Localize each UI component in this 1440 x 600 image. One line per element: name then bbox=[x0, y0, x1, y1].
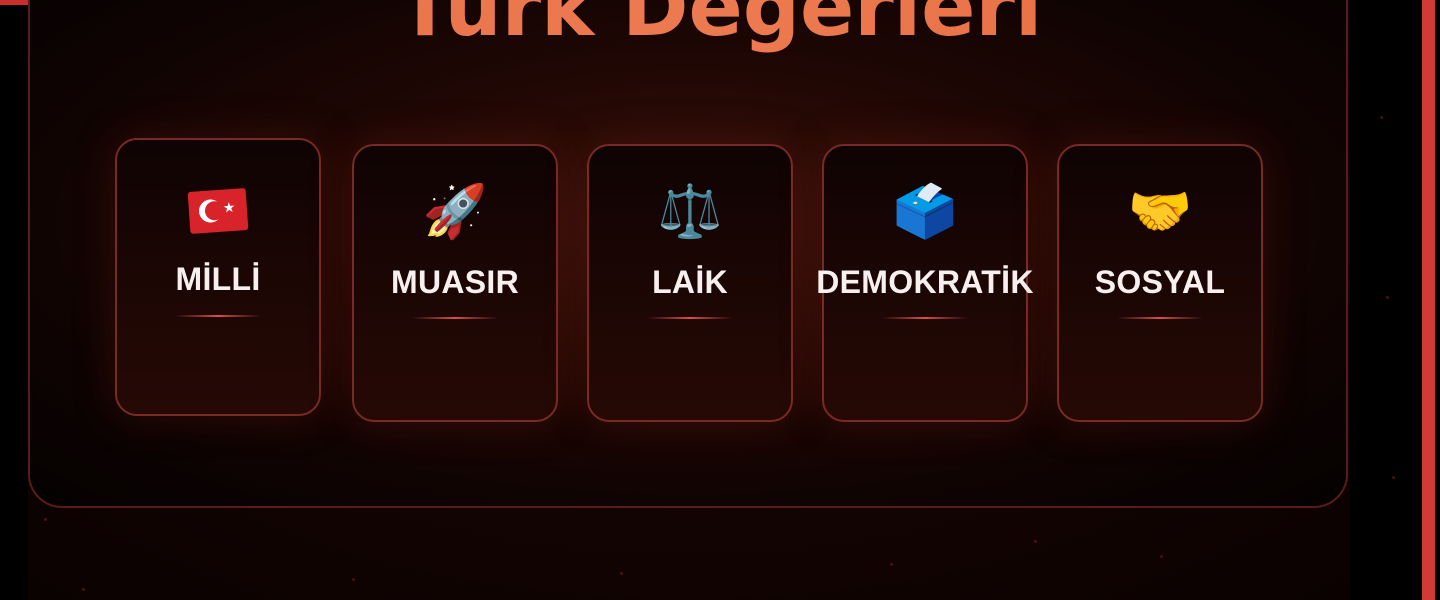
value-card-label: LAİK bbox=[652, 264, 728, 300]
card-underline bbox=[882, 317, 968, 319]
card-underline bbox=[1117, 317, 1203, 319]
particle-dot bbox=[1034, 540, 1037, 543]
particle-dot bbox=[352, 578, 355, 581]
value-card-label: MİLLİ bbox=[175, 261, 261, 297]
card-underline bbox=[175, 315, 261, 317]
value-card-muasir[interactable]: 🚀 MUASIR bbox=[352, 144, 558, 422]
value-card-label: SOSYAL bbox=[1094, 264, 1226, 300]
balance-scale-icon: ⚖️ bbox=[657, 182, 723, 242]
value-card-label: DEMOKRATİK bbox=[816, 264, 1034, 300]
turkish-flag-icon: ★ bbox=[117, 178, 319, 238]
rocket-icon: 🚀 bbox=[422, 182, 488, 242]
page-title: Türk Değerleri bbox=[0, 0, 1440, 56]
value-card-laik[interactable]: ⚖️ LAİK bbox=[587, 144, 793, 422]
ballot-box-icon: 🗳️ bbox=[892, 182, 958, 242]
value-card-sosyal[interactable]: 🤝 SOSYAL bbox=[1057, 144, 1263, 422]
value-card-label: MUASIR bbox=[390, 264, 520, 300]
particle-dot bbox=[1392, 476, 1395, 479]
right-accent-bar bbox=[1422, 0, 1435, 600]
particle-dot bbox=[890, 563, 893, 566]
handshake-icon: 🤝 bbox=[1127, 182, 1193, 242]
particle-dot bbox=[44, 518, 47, 521]
value-card-milli[interactable]: ★ MİLLİ bbox=[115, 138, 321, 416]
particle-dot bbox=[82, 588, 85, 591]
page: Türk Değerleri ★ MİLLİ 🚀 MUASIR ⚖️ LAİK … bbox=[0, 0, 1440, 600]
value-card-demokratik[interactable]: 🗳️ DEMOKRATİK bbox=[816, 144, 1033, 422]
particle-dot bbox=[1160, 555, 1163, 558]
particle-dot bbox=[620, 572, 623, 575]
particle-dot bbox=[1380, 116, 1383, 119]
card-underline bbox=[412, 317, 498, 319]
card-underline bbox=[647, 317, 733, 319]
particle-dot bbox=[1386, 296, 1389, 299]
